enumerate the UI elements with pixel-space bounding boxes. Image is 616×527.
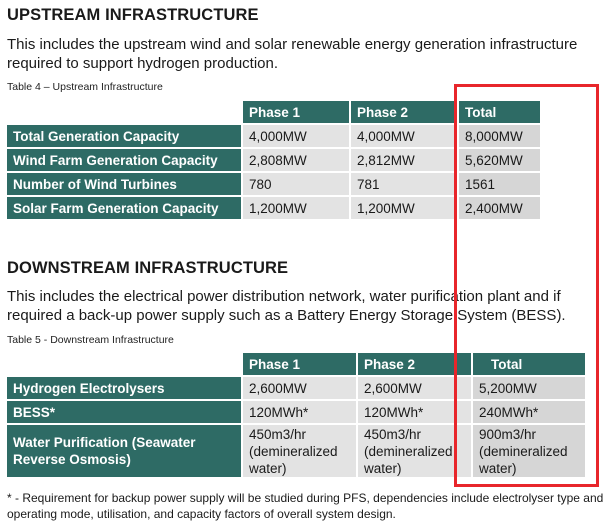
column-header-total: Total bbox=[459, 101, 542, 125]
row-label: Hydrogen Electrolysers bbox=[7, 377, 243, 401]
row-label: Water Purification (Seawater Reverse Osm… bbox=[7, 425, 243, 479]
table-header-blank bbox=[7, 353, 243, 377]
cell-phase-1: 1,200MW bbox=[243, 197, 351, 221]
cell-phase-2: 4,000MW bbox=[351, 125, 459, 149]
table-row: Solar Farm Generation Capacity 1,200MW 1… bbox=[7, 197, 542, 221]
cell-phase-1: 2,808MW bbox=[243, 149, 351, 173]
row-label: Number of Wind Turbines bbox=[7, 173, 243, 197]
cell-total: 1561 bbox=[459, 173, 542, 197]
cell-phase-2: 2,600MW bbox=[358, 377, 473, 401]
table-header-blank bbox=[7, 101, 243, 125]
cell-phase-1: 450m3/hr (demineralized water) bbox=[243, 425, 358, 479]
cell-phase-2: 781 bbox=[351, 173, 459, 197]
table-row: BESS* 120MWh* 120MWh* 240MWh* bbox=[7, 401, 587, 425]
cell-phase-2: 2,812MW bbox=[351, 149, 459, 173]
upstream-heading: UPSTREAM INFRASTRUCTURE bbox=[7, 6, 259, 24]
column-header-total: Total bbox=[473, 353, 587, 377]
table-row: Hydrogen Electrolysers 2,600MW 2,600MW 5… bbox=[7, 377, 587, 401]
downstream-table: Phase 1 Phase 2 Total Hydrogen Electroly… bbox=[7, 353, 587, 479]
upstream-paragraph: This includes the upstream wind and sola… bbox=[7, 36, 578, 72]
cell-phase-2: 120MWh* bbox=[358, 401, 473, 425]
table-row: Wind Farm Generation Capacity 2,808MW 2,… bbox=[7, 149, 542, 173]
column-header-phase-2: Phase 2 bbox=[358, 353, 473, 377]
table-row: Total Generation Capacity 4,000MW 4,000M… bbox=[7, 125, 542, 149]
cell-total: 240MWh* bbox=[473, 401, 587, 425]
row-label: BESS* bbox=[7, 401, 243, 425]
table-header-row: Phase 1 Phase 2 Total bbox=[7, 101, 542, 125]
table-header-row: Phase 1 Phase 2 Total bbox=[7, 353, 587, 377]
cell-total: 8,000MW bbox=[459, 125, 542, 149]
column-header-phase-1: Phase 1 bbox=[243, 101, 351, 125]
downstream-paragraph: This includes the electrical power distr… bbox=[7, 288, 566, 324]
cell-phase-2: 450m3/hr (demineralized water) bbox=[358, 425, 473, 479]
column-header-phase-1: Phase 1 bbox=[243, 353, 358, 377]
column-header-phase-2: Phase 2 bbox=[351, 101, 459, 125]
downstream-table-caption: Table 5 - Downstream Infrastructure bbox=[7, 334, 174, 346]
downstream-heading: DOWNSTREAM INFRASTRUCTURE bbox=[7, 259, 289, 277]
cell-phase-1: 2,600MW bbox=[243, 377, 358, 401]
cell-phase-1: 780 bbox=[243, 173, 351, 197]
cell-total: 5,620MW bbox=[459, 149, 542, 173]
cell-phase-2: 1,200MW bbox=[351, 197, 459, 221]
cell-phase-1: 120MWh* bbox=[243, 401, 358, 425]
row-label: Wind Farm Generation Capacity bbox=[7, 149, 243, 173]
cell-total: 5,200MW bbox=[473, 377, 587, 401]
row-label: Solar Farm Generation Capacity bbox=[7, 197, 243, 221]
cell-phase-1: 4,000MW bbox=[243, 125, 351, 149]
table-row: Water Purification (Seawater Reverse Osm… bbox=[7, 425, 587, 479]
cell-total: 2,400MW bbox=[459, 197, 542, 221]
upstream-table-caption: Table 4 – Upstream Infrastructure bbox=[7, 81, 163, 93]
footnote: * - Requirement for backup power supply … bbox=[7, 491, 604, 521]
cell-total: 900m3/hr (demineralized water) bbox=[473, 425, 587, 479]
table-row: Number of Wind Turbines 780 781 1561 bbox=[7, 173, 542, 197]
row-label: Total Generation Capacity bbox=[7, 125, 243, 149]
upstream-table: Phase 1 Phase 2 Total Total Generation C… bbox=[7, 101, 542, 221]
